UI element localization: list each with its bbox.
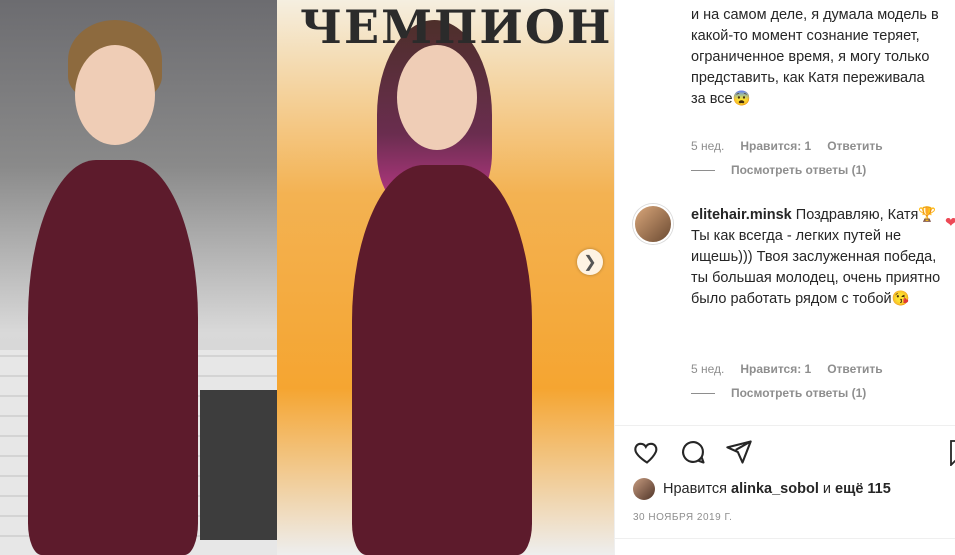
photo-before	[0, 0, 277, 555]
comment-2-view-replies[interactable]: Посмотреть ответы (1)	[691, 386, 866, 400]
face-before	[75, 45, 155, 145]
avatar[interactable]	[633, 204, 673, 244]
dress-after	[352, 165, 532, 555]
comment-like-heart-icon[interactable]: ❤	[945, 214, 955, 231]
photo-after	[277, 0, 614, 555]
comment-1-view-replies-label: Посмотреть ответы (1)	[731, 163, 867, 177]
comment-2-username[interactable]: elitehair.minsk	[691, 207, 792, 223]
banner-text: ЧЕМПИОН	[300, 0, 613, 54]
comments-panel: и на самом деле, я думала модель в какой…	[614, 0, 955, 555]
divider	[615, 425, 955, 426]
likes-user-link[interactable]: alinka_sobol	[731, 481, 819, 497]
divider	[615, 538, 955, 539]
avatar[interactable]	[633, 478, 655, 500]
comment-1-reply-button[interactable]: Ответить	[827, 139, 882, 153]
comment-2-text: elitehair.minsk Поздравляю, Катя🏆 Ты как…	[691, 205, 941, 310]
comment-2-reply-button[interactable]: Ответить	[827, 362, 882, 376]
comment-2-likes[interactable]: Нравится: 1	[740, 362, 811, 376]
post-photo[interactable]: ЧЕМПИОН ❯	[0, 0, 614, 555]
comment-2-view-replies-label: Посмотреть ответы (1)	[731, 386, 867, 400]
post-date[interactable]: 30 НОЯБРЯ 2019 Г.	[633, 512, 732, 523]
comment-1-view-replies[interactable]: Посмотреть ответы (1)	[691, 163, 866, 177]
likes-summary: Нравится alinka_sobol и ещё 115	[633, 478, 891, 500]
likes-conj: и	[822, 481, 831, 497]
comment-1-time[interactable]: 5 нед.	[691, 139, 724, 153]
dress-before	[28, 160, 198, 555]
comment-1-meta: 5 нед. Нравится: 1 Ответить	[691, 139, 883, 153]
share-icon[interactable]	[725, 438, 753, 466]
dark-sign	[200, 390, 277, 540]
action-bar	[633, 438, 753, 466]
comment-2-time[interactable]: 5 нед.	[691, 362, 724, 376]
face-after	[397, 45, 477, 150]
comment-1-text: и на самом деле, я думала модель в какой…	[691, 7, 939, 107]
divider-line	[691, 169, 715, 171]
comment-1-likes[interactable]: Нравится: 1	[740, 139, 811, 153]
comment-2-meta: 5 нед. Нравится: 1 Ответить	[691, 362, 883, 376]
chevron-right-icon[interactable]: ❯	[577, 249, 603, 275]
likes-more-link[interactable]: ещё 115	[835, 481, 891, 497]
bookmark-icon[interactable]	[950, 440, 955, 466]
likes-prefix: Нравится	[663, 481, 727, 497]
divider-line	[691, 392, 715, 394]
heart-icon[interactable]	[633, 438, 661, 466]
comment-icon[interactable]	[679, 438, 707, 466]
